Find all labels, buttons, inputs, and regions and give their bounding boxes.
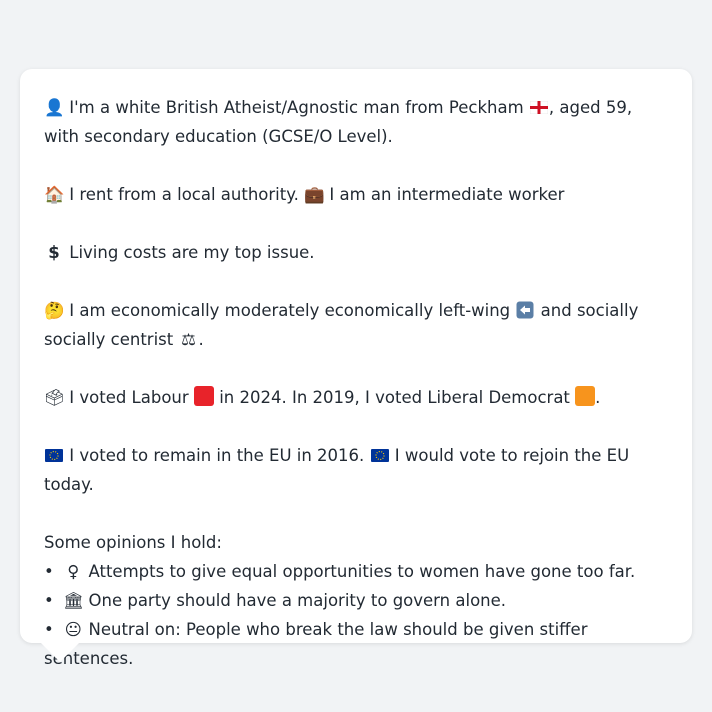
classical-building-icon: 🏛 — [63, 591, 85, 610]
top-issue-text: Living costs are my top issue. — [69, 243, 315, 262]
labour-red-square-icon — [193, 386, 214, 406]
eu-flag-icon — [44, 441, 64, 470]
opinion-text: Neutral on: People who break the law sho… — [44, 620, 588, 668]
dollar-sign-icon: $ — [48, 243, 60, 262]
work-text: I am an intermediate worker — [329, 185, 565, 204]
eu-flag-icon — [370, 441, 390, 470]
profile-card: 👤 I'm a white British Atheist/Agnostic m… — [20, 69, 692, 668]
speech-bubble-tail — [40, 642, 80, 662]
ideology-text-a: I am economically moderately economicall… — [69, 301, 511, 320]
opinions-list: ♀ Attempts to give equal opportunities t… — [44, 557, 668, 673]
ideology-period: . — [198, 330, 204, 349]
left-arrow-icon — [515, 296, 535, 325]
libdem-orange-square-icon — [575, 386, 596, 406]
female-sign-icon: ♀ — [67, 562, 80, 581]
ideology-line: 🤔 I am economically moderately economica… — [44, 296, 668, 354]
eu-2016-text: I voted to remain in the EU in 2016. — [69, 446, 365, 465]
thinking-face-icon: 🤔 — [44, 301, 65, 320]
vote-2019-text: in 2024. In 2019, I voted Liberal Democr… — [219, 388, 570, 407]
demographics-line: 👤 I'm a white British Atheist/Agnostic m… — [44, 93, 668, 151]
list-item: ♀ Attempts to give equal opportunities t… — [44, 557, 668, 586]
vote-2024-text: I voted Labour — [69, 388, 189, 407]
neutral-face-icon: 😐 — [64, 620, 82, 639]
person-silhouette-icon: 👤 — [44, 98, 65, 117]
list-item: 😐 Neutral on: People who break the law s… — [44, 615, 668, 673]
house-icon: 🏠 — [44, 185, 65, 204]
opinion-text: Attempts to give equal opportunities to … — [88, 562, 636, 581]
vote-period: . — [595, 388, 601, 407]
eu-line: I voted to remain in the EU in 2016. I w… — [44, 441, 668, 499]
opinion-text: One party should have a majority to gove… — [88, 591, 507, 610]
voting-history-line: 🗳 I voted Labour in 2024. In 2019, I vot… — [44, 383, 668, 412]
briefcase-icon: 💼 — [304, 185, 325, 204]
ballot-box-icon: 🗳 — [44, 388, 65, 407]
england-flag-icon — [529, 93, 549, 122]
housing-work-line: 🏠 I rent from a local authority. 💼 I am … — [44, 180, 668, 209]
demographics-text: I'm a white British Atheist/Agnostic man… — [69, 98, 524, 117]
housing-text: I rent from a local authority. — [69, 185, 299, 204]
opinions-heading: Some opinions I hold: — [44, 533, 222, 552]
top-issue-line: $ Living costs are my top issue. — [44, 238, 668, 267]
balance-scale-icon: ⚖ — [181, 330, 196, 349]
list-item: 🏛 One party should have a majority to go… — [44, 586, 668, 615]
